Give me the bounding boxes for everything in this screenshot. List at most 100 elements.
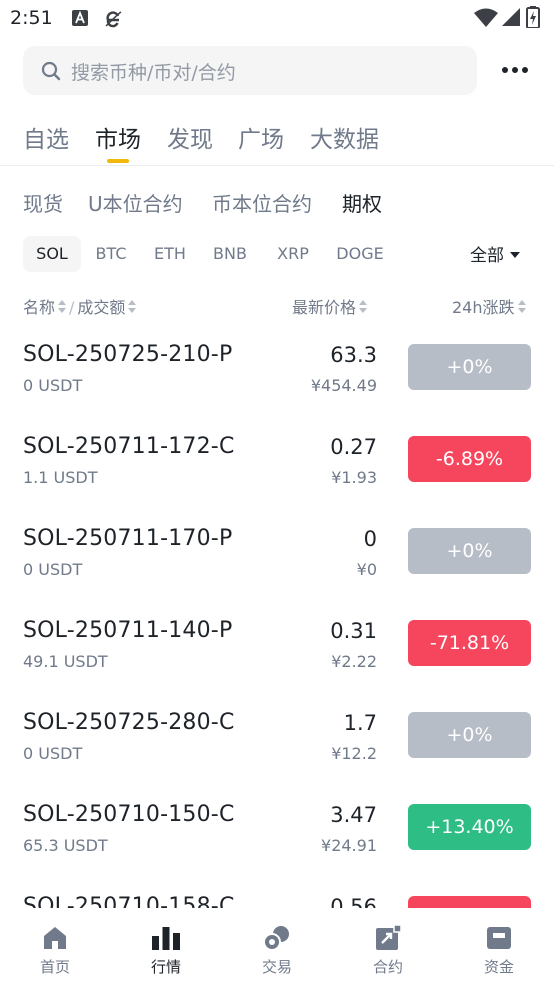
- column-headers: 名称 / 成交额 最新价格 24h涨跌: [0, 294, 554, 318]
- change-badge[interactable]: +0%: [408, 528, 531, 574]
- sort-icon: [58, 300, 67, 314]
- volume: 65.3 USDT: [23, 836, 108, 855]
- chip-btc[interactable]: BTC: [86, 236, 136, 272]
- list-item[interactable]: SOL-250710-150-C 65.3 USDT 3.47 ¥24.91 +…: [0, 790, 554, 882]
- nav-label: 首页: [39, 958, 70, 976]
- sort-price[interactable]: 最新价格: [292, 294, 368, 318]
- fiat-price: ¥2.22: [331, 652, 377, 671]
- tab-market[interactable]: 市场: [95, 120, 141, 154]
- change-badge[interactable]: +13.40%: [408, 804, 531, 850]
- change-badge[interactable]: +0%: [408, 344, 531, 390]
- symbol: SOL-250725-210-P: [23, 342, 233, 367]
- more-button[interactable]: [500, 60, 530, 80]
- tab-favorites[interactable]: 自选: [23, 120, 69, 154]
- fiat-price: ¥1.93: [331, 468, 377, 487]
- volume: 49.1 USDT: [23, 652, 108, 671]
- list-item[interactable]: SOL-250725-210-P 0 USDT 63.3 ¥454.49 +0%: [0, 330, 554, 422]
- nav-label: 交易: [261, 958, 292, 976]
- chip-eth[interactable]: ETH: [145, 236, 195, 272]
- sort-icon: [517, 300, 526, 314]
- last-price: 0.31: [330, 619, 377, 643]
- tab-discover[interactable]: 发现: [167, 120, 213, 154]
- status-time: 2:51: [10, 7, 53, 29]
- col-price: 最新价格: [292, 298, 357, 317]
- nav-label: 资金: [483, 958, 514, 976]
- col-separator: /: [69, 298, 75, 317]
- underlying-chips: SOL BTC ETH BNB XRP DOGE 全部: [0, 236, 554, 274]
- filter-dropdown[interactable]: 全部: [470, 241, 520, 266]
- symbol: SOL-250711-170-P: [23, 526, 233, 551]
- nav-trade[interactable]: 交易: [222, 924, 332, 977]
- nav-market[interactable]: 行情: [111, 924, 221, 977]
- notification-a-icon: [72, 10, 88, 30]
- wallet-icon: [444, 924, 554, 952]
- sub-tabs: 现货 U本位合约 币本位合约 期权: [0, 186, 554, 218]
- search-placeholder: 搜索币种/币对/合约: [71, 62, 236, 84]
- change-badge[interactable]: +0%: [408, 712, 531, 758]
- last-price: 0: [363, 527, 377, 551]
- change-badge[interactable]: -71.81%: [408, 620, 531, 666]
- list-item[interactable]: SOL-250711-172-C 1.1 USDT 0.27 ¥1.93 -6.…: [0, 422, 554, 514]
- chip-xrp[interactable]: XRP: [268, 236, 318, 272]
- tab-usdm-futures[interactable]: U本位合约: [88, 188, 183, 217]
- fiat-price: ¥12.2: [331, 744, 377, 763]
- fiat-price: ¥24.91: [321, 836, 377, 855]
- nav-label: 合约: [372, 958, 403, 976]
- change-badge[interactable]: [408, 896, 531, 908]
- volume: 0 USDT: [23, 376, 83, 395]
- sort-change[interactable]: 24h涨跌: [452, 294, 526, 318]
- chip-sol[interactable]: SOL: [23, 236, 81, 272]
- nav-label: 行情: [150, 958, 181, 976]
- last-price: 0.27: [330, 435, 377, 459]
- market-bars-icon: [111, 924, 221, 952]
- last-price: 0.56: [330, 895, 377, 908]
- sort-name-volume[interactable]: 名称 / 成交额: [23, 294, 137, 318]
- symbol: SOL-250710-150-C: [23, 802, 235, 827]
- tab-big-data[interactable]: 大数据: [310, 120, 379, 154]
- home-icon: [0, 924, 110, 952]
- col-volume: 成交额: [77, 298, 126, 317]
- battery-icon: [526, 6, 540, 32]
- last-price: 63.3: [330, 343, 377, 367]
- chip-doge[interactable]: DOGE: [330, 236, 390, 272]
- browser-e-icon: [104, 10, 122, 32]
- volume: 1.1 USDT: [23, 468, 98, 487]
- change-badge[interactable]: -6.89%: [408, 436, 531, 482]
- fiat-price: ¥0: [356, 560, 377, 579]
- more-dots-icon: [502, 67, 528, 73]
- list-item[interactable]: SOL-250711-140-P 49.1 USDT 0.31 ¥2.22 -7…: [0, 606, 554, 698]
- nav-futures[interactable]: 合约: [333, 924, 443, 977]
- volume: 0 USDT: [23, 560, 83, 579]
- nav-home[interactable]: 首页: [0, 924, 110, 977]
- filter-label: 全部: [470, 246, 504, 266]
- status-bar: 2:51: [0, 0, 554, 38]
- active-tab-indicator: [107, 159, 129, 163]
- symbol: SOL-250710-158-C: [23, 894, 235, 908]
- signal-icon: [502, 8, 520, 30]
- col-name: 名称: [23, 298, 56, 317]
- search-row: 搜索币种/币对/合约: [0, 46, 554, 96]
- col-change: 24h涨跌: [452, 298, 515, 317]
- last-price: 1.7: [343, 711, 377, 735]
- wifi-icon: [474, 8, 498, 32]
- tab-options[interactable]: 期权: [342, 188, 382, 217]
- sort-icon: [359, 300, 368, 314]
- tab-spot[interactable]: 现货: [23, 188, 63, 217]
- trade-coins-icon: [222, 924, 332, 952]
- symbol: SOL-250711-172-C: [23, 434, 235, 459]
- sort-icon: [128, 300, 137, 314]
- list-item[interactable]: SOL-250725-280-C 0 USDT 1.7 ¥12.2 +0%: [0, 698, 554, 790]
- fiat-price: ¥454.49: [310, 376, 377, 395]
- volume: 0 USDT: [23, 744, 83, 763]
- list-item[interactable]: SOL-250711-170-P 0 USDT 0 ¥0 +0%: [0, 514, 554, 606]
- futures-icon: [333, 924, 443, 952]
- symbol: SOL-250725-280-C: [23, 710, 235, 735]
- nav-assets[interactable]: 资金: [444, 924, 554, 977]
- tab-square[interactable]: 广场: [238, 120, 284, 154]
- list-item[interactable]: SOL-250710-158-C 0.56: [0, 882, 554, 908]
- tab-coinm-futures[interactable]: 币本位合约: [212, 188, 312, 217]
- search-icon: [41, 61, 61, 85]
- search-input[interactable]: 搜索币种/币对/合约: [23, 46, 477, 95]
- chip-bnb[interactable]: BNB: [205, 236, 255, 272]
- last-price: 3.47: [330, 803, 377, 827]
